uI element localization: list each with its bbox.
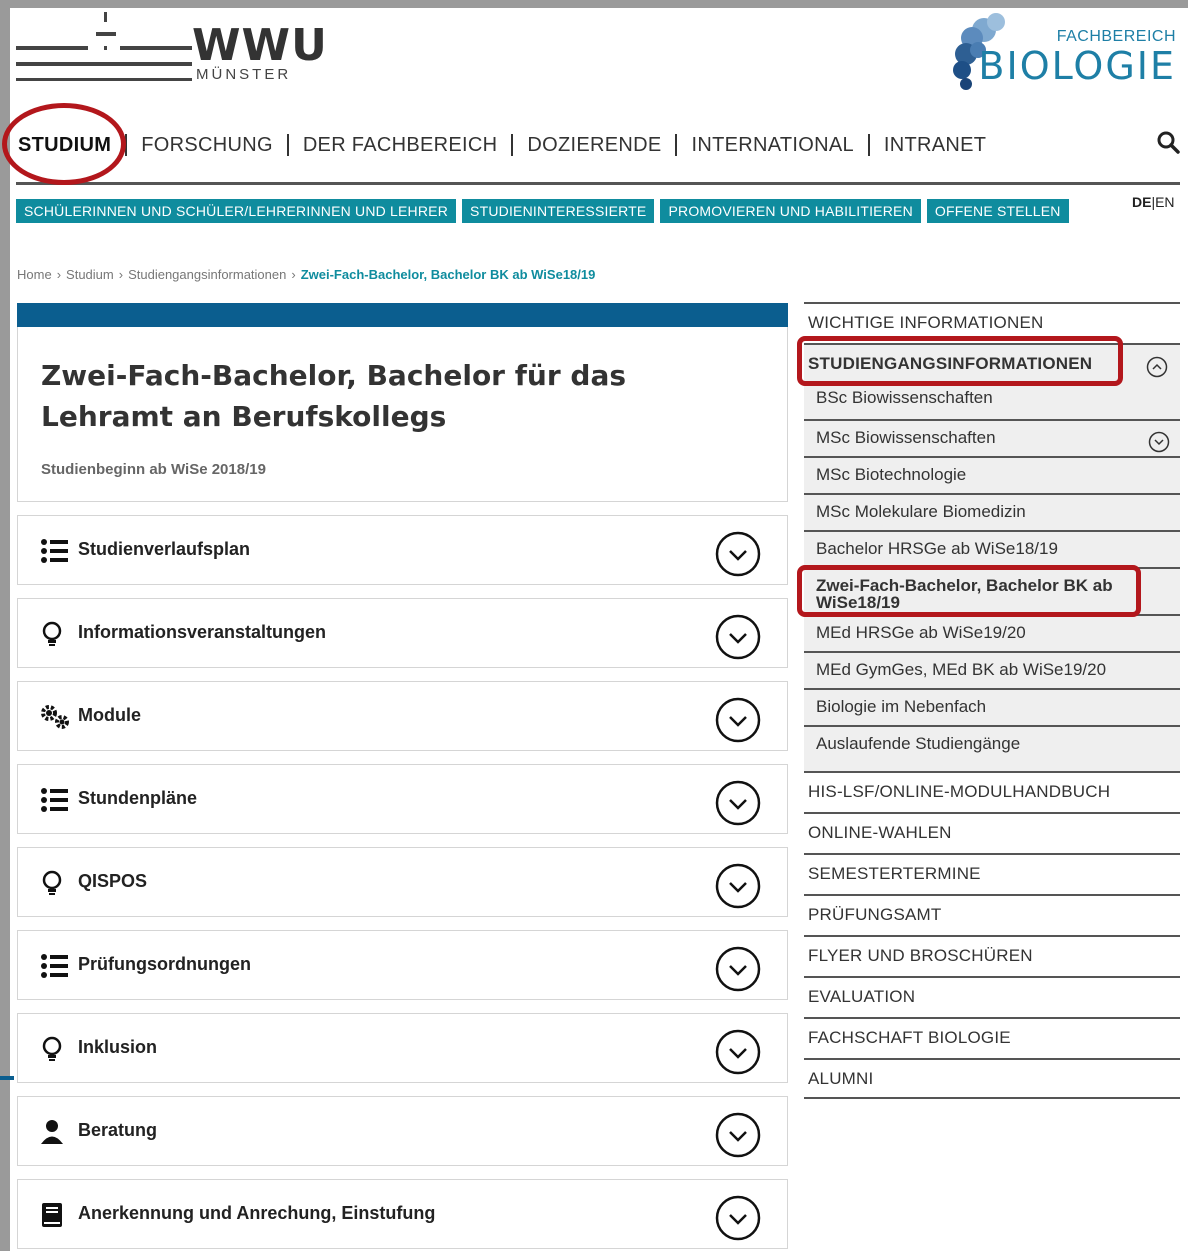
main-nav: STUDIUM FORSCHUNG DER FACHBEREICH DOZIER… bbox=[16, 130, 1180, 185]
title-box: Zwei-Fach-Bachelor, Bachelor für das Leh… bbox=[17, 327, 788, 502]
sidebar-subitem-bachelor-hrsge[interactable]: Bachelor HRSGe ab WiSe18/19 bbox=[804, 530, 1180, 567]
accordion-studienverlaufsplan[interactable]: Studienverlaufsplan bbox=[17, 515, 788, 585]
chevron-down-icon[interactable] bbox=[1148, 431, 1170, 453]
accordion-module[interactable]: Module bbox=[17, 681, 788, 751]
sidebar-subitem-med-hrsge[interactable]: MEd HRSGe ab WiSe19/20 bbox=[804, 614, 1180, 651]
biologie-label: BIOLOGIE bbox=[978, 44, 1176, 88]
breadcrumb-separator: › bbox=[56, 267, 62, 282]
sidebar-item-evaluation[interactable]: EVALUATION bbox=[804, 976, 1180, 1017]
sidebar-subitem-label: MSc Biowissenschaften bbox=[816, 428, 996, 447]
wwu-city: MÜNSTER bbox=[196, 66, 292, 83]
chevron-up-icon[interactable] bbox=[1146, 356, 1168, 378]
chevron-down-icon[interactable] bbox=[715, 1112, 761, 1158]
lightbulb-icon bbox=[42, 621, 62, 646]
annotation-circle-studium bbox=[2, 103, 126, 185]
user-icon bbox=[41, 1120, 63, 1144]
sidebar-item-fachschaft[interactable]: FACHSCHAFT BIOLOGIE bbox=[804, 1017, 1180, 1058]
chevron-down-icon[interactable] bbox=[715, 697, 761, 743]
nav-international[interactable]: INTERNATIONAL bbox=[677, 134, 870, 156]
breadcrumb-separator: › bbox=[118, 267, 124, 282]
subnav-schueler[interactable]: SCHÜLERINNEN UND SCHÜLER/LEHRERINNEN UND… bbox=[16, 199, 457, 223]
book-icon bbox=[42, 1203, 62, 1227]
sidebar-item-semestertermine[interactable]: SEMESTERTERMINE bbox=[804, 853, 1180, 894]
chevron-down-icon[interactable] bbox=[715, 1029, 761, 1075]
sidebar-subitem-auslaufende-studiengaenge[interactable]: Auslaufende Studiengänge bbox=[804, 725, 1180, 771]
accordion-informationsveranstaltungen[interactable]: Informationsveranstaltungen bbox=[17, 598, 788, 668]
sidebar-subitem-msc-biowissenschaften[interactable]: MSc Biowissenschaften bbox=[804, 419, 1180, 456]
lang-de[interactable]: DE bbox=[1132, 194, 1151, 210]
nav-forschung[interactable]: FORSCHUNG bbox=[127, 134, 289, 156]
sidebar-item-online-wahlen[interactable]: ONLINE-WAHLEN bbox=[804, 812, 1180, 853]
lightbulb-icon bbox=[42, 870, 62, 895]
subnav-promovieren[interactable]: PROMOVIEREN UND HABILITIEREN bbox=[660, 199, 921, 223]
accordion-qispos[interactable]: QISPOS bbox=[17, 847, 788, 917]
subnav-studieninteressierte[interactable]: STUDIENINTERESSIERTE bbox=[462, 199, 655, 223]
breadcrumb-current: Zwei-Fach-Bachelor, Bachelor BK ab WiSe1… bbox=[300, 267, 596, 282]
page-title: Zwei-Fach-Bachelor, Bachelor für das Leh… bbox=[41, 359, 627, 433]
breadcrumb-studiengangsinfo[interactable]: Studiengangsinformationen bbox=[128, 267, 286, 282]
chevron-down-icon[interactable] bbox=[715, 863, 761, 909]
breadcrumb: Home › Studium › Studiengangsinformation… bbox=[17, 267, 595, 282]
gears-icon bbox=[41, 705, 69, 729]
sidebar-nav: WICHTIGE INFORMATIONEN STUDIENGANGSINFOR… bbox=[804, 302, 1180, 1099]
accordion-label: Anerkennung und Anrechung, Einstufung bbox=[78, 1203, 436, 1223]
accordion-anerkennung[interactable]: Anerkennung und Anrechung, Einstufung bbox=[17, 1179, 788, 1249]
nav-dozierende[interactable]: DOZIERENDE bbox=[513, 134, 678, 156]
fachbereich-logo[interactable]: FACHBEREICH BIOLOGIE bbox=[944, 8, 1180, 98]
sub-nav: SCHÜLERINNEN UND SCHÜLER/LEHRERINNEN UND… bbox=[16, 199, 1069, 223]
chevron-down-icon[interactable] bbox=[715, 946, 761, 992]
sidebar-subitem-biologie-nebenfach[interactable]: Biologie im Nebenfach bbox=[804, 688, 1180, 725]
accordion-inklusion[interactable]: Inklusion bbox=[17, 1013, 788, 1083]
chevron-down-icon[interactable] bbox=[715, 780, 761, 826]
accordion-label: Beratung bbox=[78, 1120, 158, 1140]
page-subtitle: Studienbeginn ab WiSe 2018/19 bbox=[41, 461, 266, 478]
accordion-label: QISPOS bbox=[78, 871, 148, 891]
chevron-down-icon[interactable] bbox=[715, 614, 761, 660]
wwu-wordmark: WWU bbox=[192, 20, 328, 71]
sidebar-subitem-msc-molekulare-biomedizin[interactable]: MSc Molekulare Biomedizin bbox=[804, 493, 1180, 530]
lightbulb-icon bbox=[42, 1036, 62, 1061]
accordion-pruefungsordnungen[interactable]: Prüfungsordnungen bbox=[17, 930, 788, 1000]
lang-en[interactable]: EN bbox=[1155, 194, 1174, 210]
accordion-label: Informationsveranstaltungen bbox=[78, 622, 327, 642]
sidebar-group-studiengangsinformationen: STUDIENGANGSINFORMATIONEN BSc Biowissens… bbox=[804, 343, 1180, 771]
decorative-line bbox=[0, 1076, 14, 1080]
accordion-stundenplaene[interactable]: Stundenpläne bbox=[17, 764, 788, 834]
list-icon bbox=[41, 788, 68, 812]
sidebar-item-flyer[interactable]: FLYER UND BROSCHÜREN bbox=[804, 935, 1180, 976]
sidebar-item-alumni[interactable]: ALUMNI bbox=[804, 1058, 1180, 1099]
accordion-beratung[interactable]: Beratung bbox=[17, 1096, 788, 1166]
breadcrumb-home[interactable]: Home bbox=[17, 267, 52, 282]
breadcrumb-separator: › bbox=[291, 267, 296, 282]
search-icon[interactable] bbox=[1156, 130, 1180, 154]
accordion-label: Inklusion bbox=[78, 1037, 158, 1057]
accordion-label: Studienverlaufsplan bbox=[78, 539, 251, 559]
chevron-down-icon[interactable] bbox=[715, 531, 761, 577]
accordion-label: Stundenpläne bbox=[78, 788, 198, 808]
list-icon bbox=[41, 954, 68, 978]
breadcrumb-studium[interactable]: Studium bbox=[66, 267, 114, 282]
subnav-offene-stellen[interactable]: OFFENE STELLEN bbox=[926, 199, 1069, 223]
accordion-label: Module bbox=[78, 705, 141, 725]
sidebar-item-pruefungsamt[interactable]: PRÜFUNGSAMT bbox=[804, 894, 1180, 935]
sidebar-subitem-msc-biotechnologie[interactable]: MSc Biotechnologie bbox=[804, 456, 1180, 493]
list-icon bbox=[41, 539, 68, 563]
sidebar-subitem-bsc-biowissenschaften[interactable]: BSc Biowissenschaften bbox=[804, 384, 1180, 419]
sidebar-item-his-lsf[interactable]: HIS-LSF/ONLINE-MODULHANDBUCH bbox=[804, 771, 1180, 812]
nav-intranet[interactable]: INTRANET bbox=[870, 134, 1000, 156]
annotation-box-zwei-fach-bachelor bbox=[797, 565, 1141, 617]
annotation-box-studiengangsinformationen bbox=[797, 336, 1123, 386]
chevron-down-icon[interactable] bbox=[715, 1195, 761, 1241]
title-color-bar bbox=[17, 303, 788, 327]
accordion-label: Prüfungsordnungen bbox=[78, 954, 251, 974]
language-switch: DE|EN bbox=[1132, 194, 1175, 210]
nav-fachbereich[interactable]: DER FACHBEREICH bbox=[289, 134, 514, 156]
sidebar-subitem-med-gymges[interactable]: MEd GymGes, MEd BK ab WiSe19/20 bbox=[804, 651, 1180, 688]
